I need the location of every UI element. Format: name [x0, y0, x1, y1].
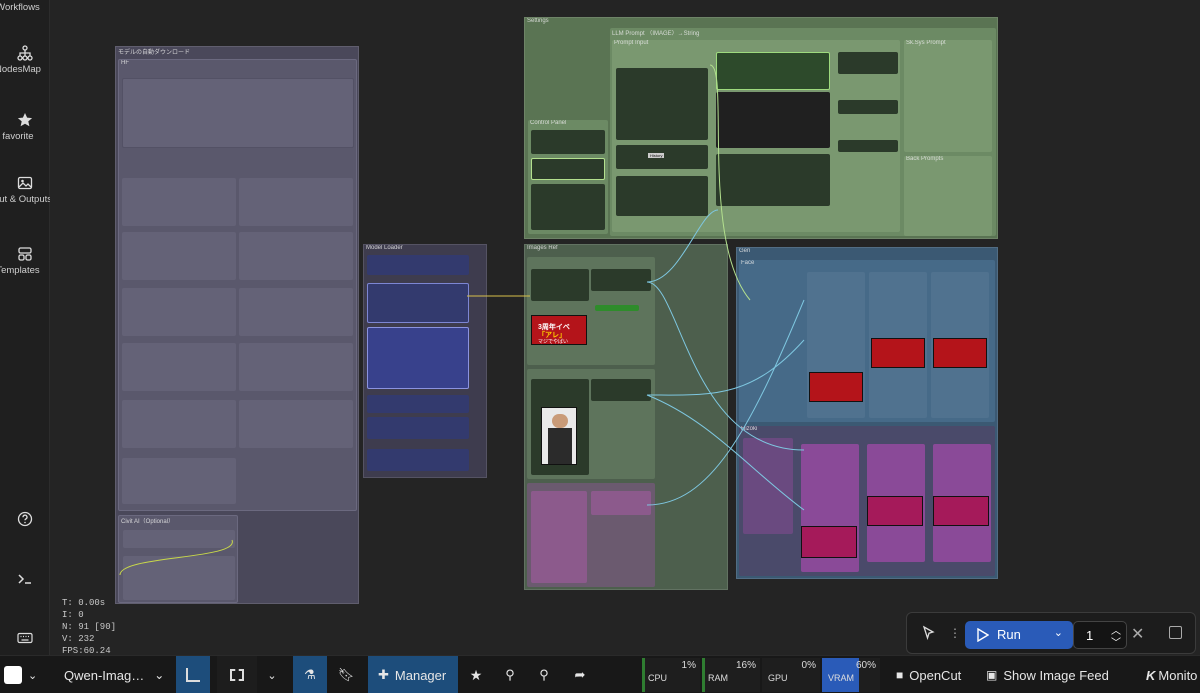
extension-button[interactable]: ⚲ [532, 656, 556, 693]
run-label: Run [997, 627, 1021, 642]
screenshot-dropdown[interactable]: ⌄ [260, 656, 284, 693]
chevron-down-icon: ⌄ [154, 668, 165, 682]
keyboard-button[interactable] [0, 630, 50, 649]
vram-label: VRAM [828, 673, 855, 683]
cpu-value: 1% [681, 660, 696, 671]
terminal-icon [18, 574, 31, 584]
play-icon [977, 627, 990, 645]
sidebar-item-templates[interactable]: Templates [0, 246, 50, 276]
ram-value: 16% [735, 660, 756, 671]
monitor-k-icon: K [1146, 667, 1156, 683]
bookmark-button[interactable]: 🔖︎ [336, 656, 356, 693]
extension-icon: ⚲ [505, 667, 515, 682]
templates-icon [18, 247, 32, 261]
gpu-monitor: 0% GPU [762, 658, 820, 692]
chevron-down-icon[interactable]: ﹀ [1111, 634, 1121, 649]
chevron-down-icon[interactable]: ⌄ [1054, 626, 1063, 639]
show-image-feed-button[interactable]: ▣ Show Image Feed [986, 656, 1136, 693]
sidebar-item-label: favorite [2, 131, 34, 142]
vram-monitor: 60% VRAM [822, 658, 880, 692]
close-icon[interactable]: ✕ [1131, 624, 1144, 644]
opencut-label: OpenCut [909, 667, 962, 683]
app-logo[interactable]: ⌄ [0, 656, 50, 693]
sidebar-item-workflows[interactable]: Workflows [0, 2, 50, 13]
image-feed-label: Show Image Feed [1003, 667, 1109, 683]
manager-button[interactable]: ✚ Manager [368, 656, 458, 693]
workflow-tab[interactable]: Qwen-Imag… ⌄ [56, 656, 166, 693]
ram-label: RAM [708, 673, 728, 683]
chevron-down-icon: ⌄ [28, 669, 38, 682]
sidebar-item-label: Input & Outputs [0, 194, 53, 205]
terminal-button[interactable] [0, 571, 50, 590]
sidebar-item-input-outputs[interactable]: Input & Outputs [0, 175, 53, 205]
left-sidebar: Workflows NodesMap favorite Input & Outp… [0, 0, 53, 655]
monitor-button[interactable]: K Monito [1146, 656, 1200, 693]
star-icon: ★ [469, 666, 483, 683]
cpu-monitor: 1% CPU [642, 658, 700, 692]
node-links [119, 64, 805, 576]
keyboard-icon [17, 632, 33, 644]
sidebar-item-label: NodesMap [0, 64, 41, 75]
gpu-value: 0% [801, 660, 816, 671]
chevron-down-icon: ⌄ [267, 669, 277, 682]
run-panel: ⋮⋮ Run ⌄ 1 ︿ ﹀ ✕ [906, 612, 1196, 654]
screenshot-icon [230, 669, 244, 681]
stat-vertices: V: 232 [62, 634, 95, 644]
image-icon [17, 176, 33, 190]
stat-nodes: N: 91 [90] [62, 622, 117, 632]
share-button[interactable]: ➦ [568, 656, 592, 693]
help-icon [17, 511, 33, 527]
ram-monitor: 16% RAM [702, 658, 760, 692]
bookmark-icon: 🔖︎ [337, 667, 355, 682]
model-manager-button[interactable]: ⚗ [293, 656, 327, 693]
select-cursor-icon[interactable] [921, 625, 937, 646]
stat-iterations: I: 0 [62, 610, 84, 620]
monitor-label: Monito [1158, 667, 1198, 683]
video-camera-icon: ■ [896, 668, 904, 682]
help-button[interactable] [0, 511, 50, 530]
manager-label: Manager [394, 667, 447, 683]
extension-icon: ⚲ [539, 667, 549, 682]
queue-icon [186, 668, 200, 682]
extension-button[interactable]: ⚲ [498, 656, 522, 693]
favorite-button[interactable]: ★ [466, 656, 486, 693]
opencut-button[interactable]: ■ OpenCut [896, 656, 976, 693]
star-icon [17, 113, 33, 127]
nodesmap-icon [17, 45, 33, 61]
sidebar-item-label: Workflows [0, 2, 40, 13]
bottom-bar: ⌄ Qwen-Imag… ⌄ ⌄ ⚗ 🔖︎ ✚ Manager ★ ⚲ ⚲ ➦ … [0, 655, 1200, 693]
stat-fps: FPS:60.24 [62, 646, 111, 655]
sidebar-item-nodesmap[interactable]: NodesMap [0, 45, 50, 75]
workflow-name: Qwen-Imag… [64, 667, 145, 683]
node-graph-canvas[interactable]: モデルの自動ダウンロード HF Civit AI（Optional） Model… [50, 0, 1200, 655]
queue-count-value: 1 [1086, 628, 1094, 643]
comfy-logo-icon [4, 666, 22, 684]
run-button[interactable]: Run ⌄ [965, 621, 1073, 649]
render-stats: T: 0.00s I: 0 N: 91 [90] V: 232 FPS:60.2… [62, 597, 116, 655]
stat-time: T: 0.00s [62, 598, 106, 608]
share-arrow-icon: ➦ [574, 667, 586, 682]
flask-icon: ⚗ [304, 667, 316, 682]
puzzle-icon: ✚ [378, 667, 389, 682]
square-icon[interactable] [1169, 626, 1182, 639]
screenshot-button[interactable] [217, 656, 257, 693]
queue-toggle-button[interactable] [176, 656, 210, 693]
gpu-label: GPU [768, 673, 788, 683]
vram-value: 60% [855, 660, 876, 671]
image-icon: ▣ [986, 668, 998, 682]
sidebar-item-label: Templates [0, 265, 40, 276]
sidebar-item-favorite[interactable]: favorite [0, 112, 50, 142]
queue-count-stepper[interactable]: 1 ︿ ﹀ [1073, 621, 1127, 649]
cpu-label: CPU [648, 673, 668, 683]
